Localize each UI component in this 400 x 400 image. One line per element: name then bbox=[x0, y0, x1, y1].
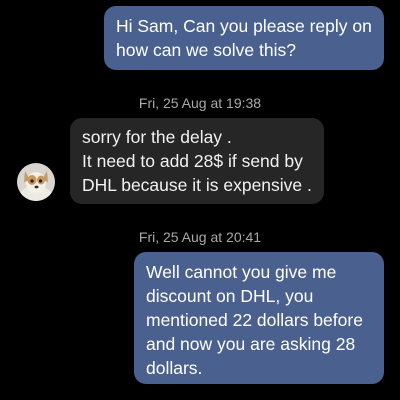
message-timestamp: Fri, 25 Aug at 20:41 bbox=[138, 229, 262, 245]
incoming-message[interactable]: sorry for the delay . It need to add 28$… bbox=[70, 118, 324, 204]
contact-avatar[interactable] bbox=[17, 163, 55, 201]
dog-avatar-icon bbox=[17, 163, 55, 201]
message-timestamp: Fri, 25 Aug at 19:38 bbox=[138, 95, 262, 111]
outgoing-message[interactable]: Well cannot you give me discount on DHL,… bbox=[134, 252, 384, 384]
outgoing-message[interactable]: Hi Sam, Can you please reply on how can … bbox=[104, 6, 384, 70]
